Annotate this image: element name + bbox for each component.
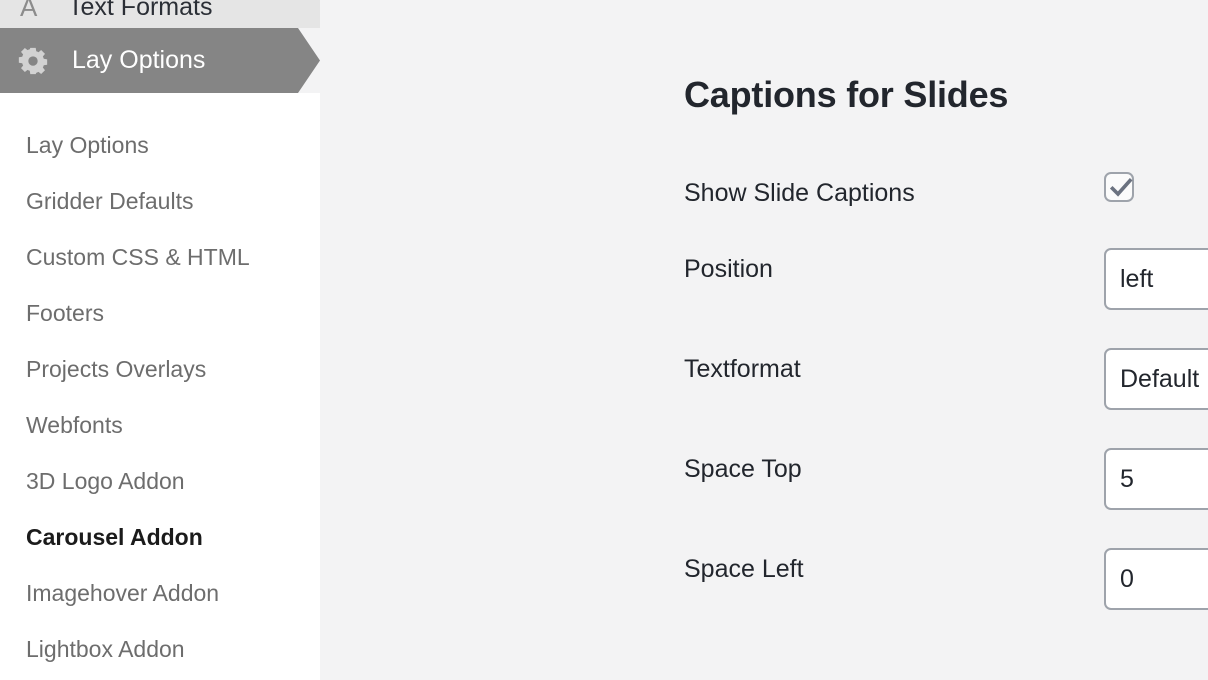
sidebar-active-label: Lay Options bbox=[72, 46, 206, 74]
form-row-space-left: Space Left px bbox=[684, 548, 1208, 648]
checkmark-icon bbox=[1109, 177, 1133, 197]
sidebar-item-lay-options[interactable]: Lay Options bbox=[0, 117, 320, 173]
sidebar-item-label: Webfonts bbox=[26, 411, 123, 438]
textformat-control: Default bbox=[1104, 348, 1208, 410]
sidebar-item-label: Custom CSS & HTML bbox=[26, 243, 250, 270]
position-label: Position bbox=[684, 255, 773, 283]
space-top-input[interactable] bbox=[1104, 448, 1208, 510]
space-left-control: px bbox=[1104, 548, 1208, 610]
form-row-textformat: Textformat Default bbox=[684, 348, 1208, 448]
show-slide-captions-control bbox=[1104, 172, 1134, 202]
letter-a-icon: A bbox=[20, 0, 38, 22]
position-select[interactable]: left bbox=[1104, 248, 1208, 310]
textformat-select-value: Default bbox=[1120, 364, 1200, 393]
position-select-value: left bbox=[1120, 264, 1154, 293]
sidebar: A Text Formats Lay Options Lay Options G… bbox=[0, 0, 320, 680]
space-left-label: Space Left bbox=[684, 555, 804, 583]
app-root: A Text Formats Lay Options Lay Options G… bbox=[0, 0, 1208, 680]
sidebar-submenu: Lay Options Gridder Defaults Custom CSS … bbox=[0, 93, 320, 677]
sidebar-item-label: Imagehover Addon bbox=[26, 579, 220, 606]
space-top-label: Space Top bbox=[684, 455, 802, 483]
sidebar-item-footers[interactable]: Footers bbox=[0, 285, 320, 341]
sidebar-item-label: Carousel Addon bbox=[26, 523, 203, 550]
sidebar-item-projects-overlays[interactable]: Projects Overlays bbox=[0, 341, 320, 397]
sidebar-item-label: Lay Options bbox=[26, 131, 149, 158]
sidebar-item-custom-css-html[interactable]: Custom CSS & HTML bbox=[0, 229, 320, 285]
form-row-position: Position left bbox=[684, 248, 1208, 348]
sidebar-item-lightbox-addon[interactable]: Lightbox Addon bbox=[0, 621, 320, 677]
sidebar-item-carousel-addon[interactable]: Carousel Addon bbox=[0, 509, 320, 565]
sidebar-item-label: Text Formats bbox=[68, 0, 213, 21]
form-row-space-top: Space Top px bbox=[684, 448, 1208, 548]
textformat-label: Textformat bbox=[684, 355, 801, 383]
sidebar-item-gridder-defaults[interactable]: Gridder Defaults bbox=[0, 173, 320, 229]
sidebar-item-lay-options-active[interactable]: Lay Options bbox=[0, 28, 320, 93]
form-row-show-slide-captions: Show Slide Captions bbox=[684, 172, 1208, 248]
page-title: Captions for Slides bbox=[684, 74, 1009, 115]
space-left-input[interactable] bbox=[1104, 548, 1208, 610]
sidebar-item-imagehover-addon[interactable]: Imagehover Addon bbox=[0, 565, 320, 621]
sidebar-item-label: 3D Logo Addon bbox=[26, 467, 185, 494]
gear-icon bbox=[18, 46, 48, 76]
show-slide-captions-label: Show Slide Captions bbox=[684, 179, 915, 207]
captions-settings-form: Show Slide Captions Position left Textfo… bbox=[684, 172, 1208, 648]
main-content: Captions for Slides Show Slide Captions … bbox=[320, 0, 1208, 680]
sidebar-item-webfonts[interactable]: Webfonts bbox=[0, 397, 320, 453]
sidebar-item-3d-logo-addon[interactable]: 3D Logo Addon bbox=[0, 453, 320, 509]
sidebar-item-text-formats[interactable]: A Text Formats bbox=[0, 0, 320, 28]
show-slide-captions-checkbox[interactable] bbox=[1104, 172, 1134, 202]
sidebar-item-label: Projects Overlays bbox=[26, 355, 207, 382]
space-top-control: px bbox=[1104, 448, 1208, 510]
textformat-select[interactable]: Default bbox=[1104, 348, 1208, 410]
sidebar-item-label: Lightbox Addon bbox=[26, 635, 185, 662]
sidebar-item-label: Footers bbox=[26, 299, 104, 326]
sidebar-item-label: Gridder Defaults bbox=[26, 187, 194, 214]
position-control: left bbox=[1104, 248, 1208, 310]
